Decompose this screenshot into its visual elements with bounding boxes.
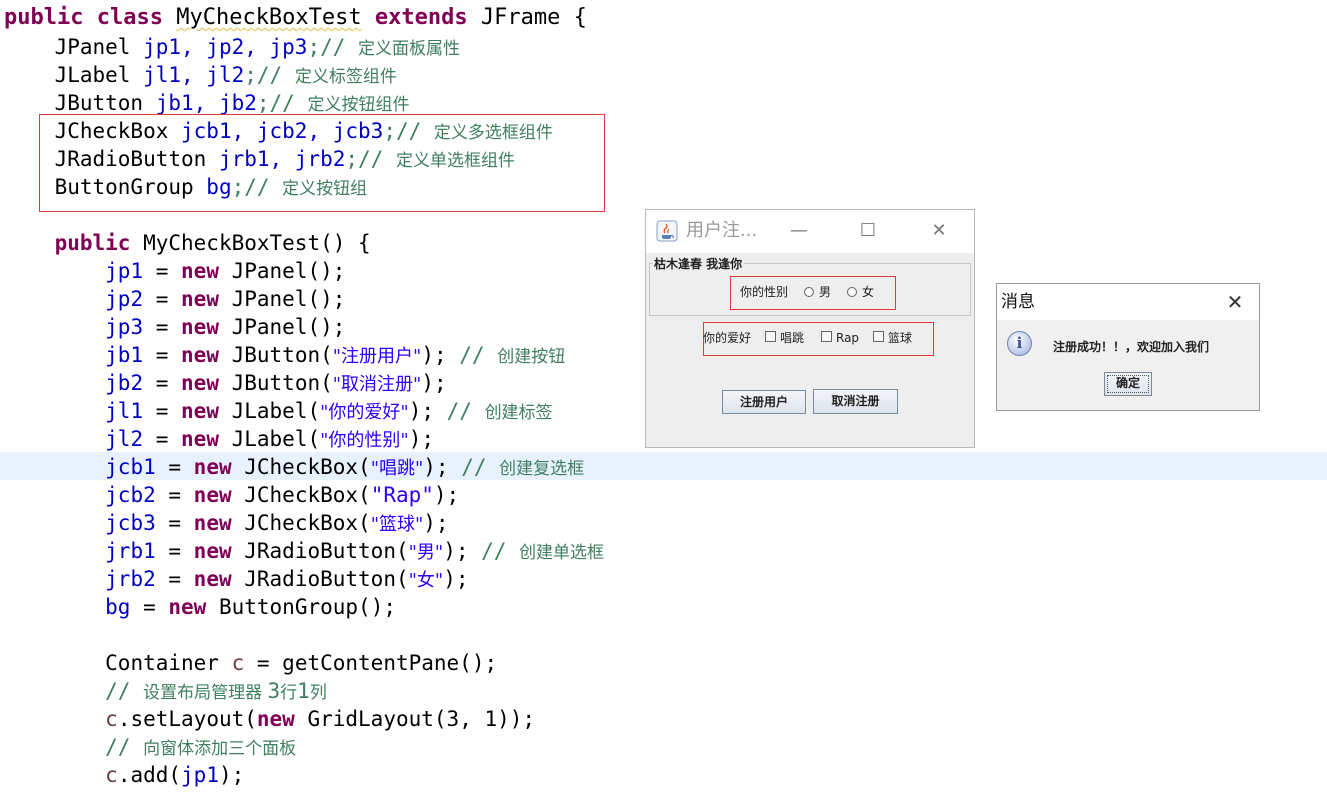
code-line-24: c.setLayout(new GridLayout(3, 1)); (105, 707, 536, 731)
code-line-23: // 设置布局管理器 3行1列 (105, 679, 327, 703)
radio-female-label[interactable]: 女 (862, 284, 874, 300)
dialog-titlebar[interactable]: 消息 ✕ (997, 284, 1259, 320)
cancel-register-button[interactable]: 取消注册 (813, 389, 898, 414)
close-button[interactable]: ✕ (916, 216, 962, 246)
info-icon: i (1007, 331, 1032, 356)
code-line-22: Container c = getContentPane(); (105, 651, 498, 675)
message-dialog: 消息 ✕ i 注册成功！！，欢迎加入我们 确定 (996, 283, 1260, 411)
checkbox-sing[interactable] (765, 331, 776, 342)
hobby-label: 你的爱好 (703, 331, 752, 345)
code-line-18: jcb3 = new JCheckBox("篮球"); (105, 511, 449, 535)
code-line-9: jp1 = new JPanel(); (105, 259, 346, 283)
code-line-11: jp3 = new JPanel(); (105, 315, 346, 339)
window-titlebar[interactable]: 用户注... — ☐ ✕ (646, 210, 974, 253)
dialog-close-button[interactable]: ✕ (1219, 288, 1251, 316)
gender-label: 你的性别 (740, 285, 789, 299)
code-line-1: public class MyCheckBoxTest extends JFra… (4, 5, 587, 30)
java-coffee-icon (656, 220, 678, 242)
code-line-20: jrb2 = new JRadioButton("女"); (105, 567, 469, 591)
code-line-13: jb2 = new JButton("取消注册"); (105, 371, 447, 395)
checkbox-basketball-label[interactable]: 篮球 (888, 330, 912, 346)
minimize-button[interactable]: — (776, 216, 822, 246)
checkbox-rap[interactable] (821, 331, 832, 342)
dialog-message: 注册成功！！，欢迎加入我们 (1053, 340, 1210, 354)
code-line-8: public MyCheckBoxTest() { (54, 231, 371, 255)
checkbox-rap-label[interactable]: Rap (836, 330, 859, 346)
code-line-21: bg = new ButtonGroup(); (105, 595, 396, 619)
ok-button[interactable]: 确定 (1104, 372, 1152, 396)
code-line-19: jrb1 = new JRadioButton("男"); // 创建单选框 (105, 539, 605, 563)
ok-button-focus-ring (1107, 375, 1149, 393)
user-register-window: 用户注... — ☐ ✕ 枯木逢春 我逢你 你的性别 男 女 你的爱好 唱跳 R… (645, 209, 975, 448)
code-line-2: JPanel jp1, jp2, jp3;// 定义面板属性 (54, 35, 461, 59)
window-title: 用户注... (686, 220, 758, 241)
register-button[interactable]: 注册用户 (722, 390, 806, 414)
maximize-button[interactable]: ☐ (845, 216, 891, 246)
panel-border-title: 枯木逢春 我逢你 (652, 257, 745, 271)
radio-male[interactable] (804, 287, 814, 297)
checkbox-sing-label[interactable]: 唱跳 (780, 330, 804, 346)
code-line-17: jcb2 = new JCheckBox("Rap"); (105, 483, 460, 507)
code-line-10: jp2 = new JPanel(); (105, 287, 346, 311)
radio-male-label[interactable]: 男 (819, 284, 831, 300)
code-line-12: jb1 = new JButton("注册用户"); // 创建按钮 (105, 343, 566, 367)
code-line-15: jl2 = new JLabel("你的性别"); (105, 427, 434, 451)
annotation-box-declarations (39, 114, 605, 212)
checkbox-basketball[interactable] (873, 331, 884, 342)
code-line-4: JButton jb1, jb2;// 定义按钮组件 (54, 91, 410, 115)
code-line-25: // 向窗体添加三个面板 (105, 735, 297, 759)
code-line-16: jcb1 = new JCheckBox("唱跳"); // 创建复选框 (105, 455, 585, 479)
dialog-title: 消息 (1001, 292, 1035, 312)
code-line-26: c.add(jp1); (105, 763, 245, 787)
radio-female[interactable] (847, 287, 857, 297)
code-line-3: JLabel jl1, jl2;// 定义标签组件 (54, 63, 397, 87)
code-line-14: jl1 = new JLabel("你的爱好"); // 创建标签 (105, 399, 553, 423)
